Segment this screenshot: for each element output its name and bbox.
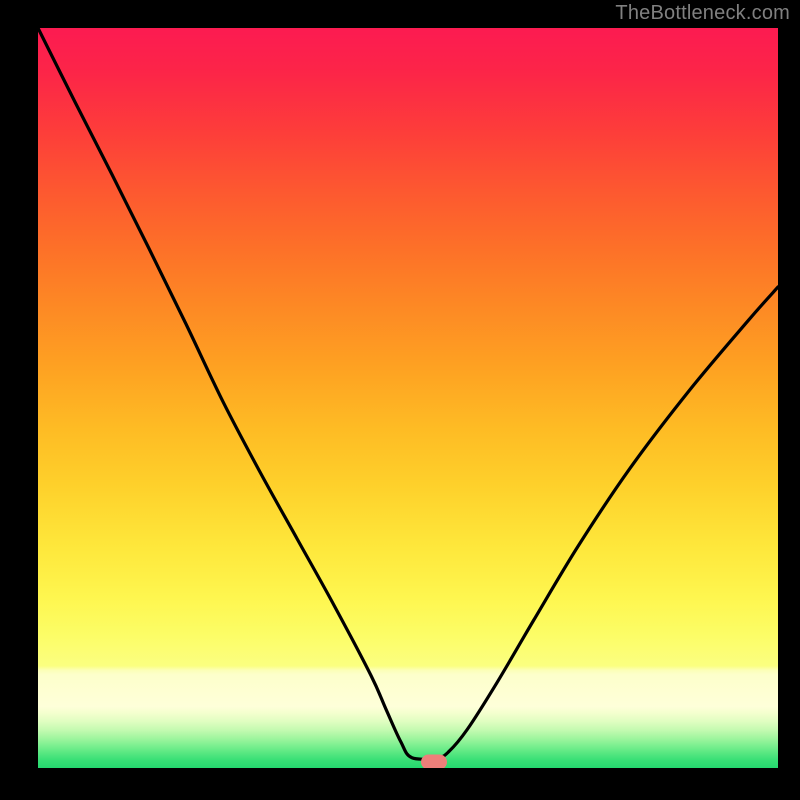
plot-area — [38, 28, 778, 768]
chart-canvas — [38, 28, 778, 768]
watermark-text: TheBottleneck.com — [615, 2, 790, 25]
gradient-background — [38, 28, 778, 768]
optimum-marker — [421, 755, 447, 768]
chart-frame: TheBottleneck.com — [0, 0, 800, 800]
